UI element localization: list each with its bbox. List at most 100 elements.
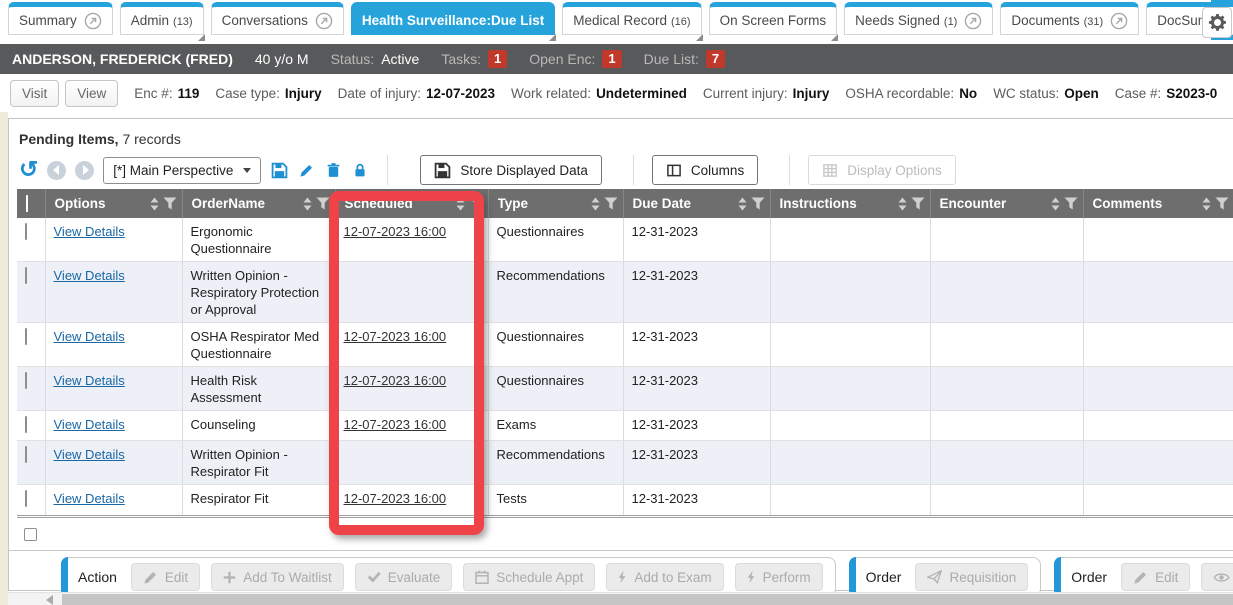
filter-icon[interactable]: [911, 197, 925, 210]
row-checkbox[interactable]: [25, 490, 27, 507]
sort-icon[interactable]: [1050, 197, 1061, 211]
field-value: Injury: [793, 86, 830, 101]
scheduled-link[interactable]: 12-07-2023 16:00: [344, 417, 447, 432]
view-details-link[interactable]: View Details: [54, 447, 125, 462]
scheduled-link[interactable]: 12-07-2023 16:00: [344, 491, 447, 506]
cell-scheduled: 12-07-2023 16:00: [335, 323, 488, 367]
col-header-options[interactable]: Options: [45, 189, 182, 218]
row-checkbox[interactable]: [25, 223, 27, 240]
tasks-count-badge[interactable]: 1: [488, 50, 507, 68]
chevron-left-icon: [53, 165, 59, 175]
add-to-waitlist-button[interactable]: Add To Waitlist: [211, 563, 344, 591]
tab-documents[interactable]: Documents(31): [1000, 2, 1139, 35]
row-checkbox[interactable]: [25, 328, 27, 345]
scrollbar-thumb[interactable]: [62, 594, 1233, 605]
undo-icon[interactable]: ↺: [19, 158, 38, 180]
row-checkbox[interactable]: [25, 267, 27, 284]
nav-forward-button[interactable]: [75, 161, 94, 180]
col-header-encounter[interactable]: Encounter: [930, 189, 1083, 218]
filter-icon[interactable]: [751, 197, 765, 210]
edit-button[interactable]: Edit: [131, 563, 200, 591]
tab-admin[interactable]: Admin(13): [120, 2, 204, 35]
view-details-link[interactable]: View Details: [54, 373, 125, 388]
scheduled-link[interactable]: 12-07-2023 16:00: [344, 373, 447, 388]
schedule-appt-button[interactable]: Schedule Appt: [463, 563, 595, 591]
horizontal-scrollbar[interactable]: [8, 592, 1233, 605]
tab-conversations[interactable]: Conversations: [211, 2, 344, 35]
tab-on-screen-forms[interactable]: On Screen Forms: [709, 2, 838, 35]
sort-icon[interactable]: [737, 197, 748, 211]
scheduled-link[interactable]: 12-07-2023 16:00: [344, 329, 447, 344]
cell-type: Exams: [488, 411, 623, 441]
sort-icon[interactable]: [149, 197, 160, 211]
filter-icon[interactable]: [1215, 197, 1229, 210]
view-details-link[interactable]: View Details: [54, 329, 125, 344]
due-list-count-badge[interactable]: 7: [706, 50, 725, 68]
perspective-select[interactable]: [*] Main Perspective: [103, 157, 261, 184]
col-header-label: Scheduled: [345, 196, 452, 211]
edit-perspective-icon[interactable]: [297, 161, 315, 179]
save-icon: [434, 162, 451, 179]
due-list-field: Due List: 7: [644, 50, 725, 68]
filter-icon[interactable]: [604, 197, 618, 210]
cell-scheduled: 12-07-2023 16:00: [335, 218, 488, 262]
filter-icon[interactable]: [163, 197, 177, 210]
filter-icon[interactable]: [1064, 197, 1078, 210]
settings-button[interactable]: [1202, 7, 1232, 38]
requisition-button[interactable]: Requisition: [915, 563, 1028, 591]
cell-order-name: OSHA Respirator Med Questionnaire: [182, 323, 335, 367]
view-details-link[interactable]: View Details: [54, 417, 125, 432]
view-details-link[interactable]: View Details: [54, 224, 125, 239]
footer-checkbox[interactable]: [24, 528, 37, 541]
view-details-link[interactable]: View Details: [54, 268, 125, 283]
tab-summary[interactable]: Summary: [8, 2, 113, 35]
view-details-link[interactable]: View Details: [54, 491, 125, 506]
tab-health-surveillance-due-list[interactable]: Health Surveillance:Due List: [351, 2, 555, 35]
col-header-comments[interactable]: Comments: [1083, 189, 1233, 218]
tab-needs-signed[interactable]: Needs Signed(1): [844, 2, 993, 35]
lightning-icon: [618, 570, 627, 584]
sort-icon[interactable]: [302, 197, 313, 211]
tab-label: Conversations: [222, 13, 308, 28]
nav-back-button[interactable]: [47, 161, 66, 180]
lock-perspective-icon[interactable]: [351, 161, 369, 179]
select-all-checkbox[interactable]: [26, 195, 28, 212]
save-perspective-icon[interactable]: [270, 161, 288, 179]
row-checkbox[interactable]: [25, 372, 27, 389]
filter-icon[interactable]: [316, 197, 330, 210]
open-enc-count-badge[interactable]: 1: [602, 50, 621, 68]
store-displayed-data-button[interactable]: Store Displayed Data: [420, 155, 602, 185]
divider: [633, 155, 634, 185]
chevron-down-icon: [243, 168, 251, 173]
open-enc-field: Open Enc: 1: [529, 50, 621, 68]
sort-icon[interactable]: [1201, 197, 1212, 211]
edit-button[interactable]: Edit: [1121, 563, 1190, 591]
filter-icon[interactable]: [469, 197, 483, 210]
add-to-exam-button[interactable]: Add to Exam: [606, 563, 723, 591]
perform-button[interactable]: Perform: [735, 563, 823, 591]
scheduled-link[interactable]: 12-07-2023 16:00: [344, 224, 447, 239]
sort-icon[interactable]: [455, 197, 466, 211]
columns-button[interactable]: Columns: [652, 155, 758, 185]
tab-label: Summary: [19, 13, 77, 28]
row-checkbox[interactable]: [25, 416, 27, 433]
s-button[interactable]: S: [1201, 563, 1233, 591]
delete-perspective-icon[interactable]: [324, 161, 342, 179]
col-header-ordername[interactable]: OrderName: [182, 189, 335, 218]
col-header-due-date[interactable]: Due Date: [623, 189, 770, 218]
field-value: No: [959, 86, 977, 101]
col-header-type[interactable]: Type: [488, 189, 623, 218]
sort-icon[interactable]: [590, 197, 601, 211]
scroll-left-icon[interactable]: [46, 595, 53, 605]
cell-select: [17, 323, 45, 367]
view-button[interactable]: View: [65, 80, 118, 107]
col-header-instructions[interactable]: Instructions: [770, 189, 930, 218]
display-options-button[interactable]: Display Options: [808, 155, 956, 185]
row-checkbox[interactable]: [25, 446, 27, 463]
sort-icon[interactable]: [897, 197, 908, 211]
visit-button[interactable]: Visit: [10, 80, 59, 107]
tab-medical-record[interactable]: Medical Record(16): [562, 2, 701, 35]
action-group-1: ActionEditAdd To WaitlistEvaluateSchedul…: [61, 557, 836, 597]
col-header-scheduled[interactable]: Scheduled: [335, 189, 488, 218]
evaluate-button[interactable]: Evaluate: [355, 563, 453, 591]
